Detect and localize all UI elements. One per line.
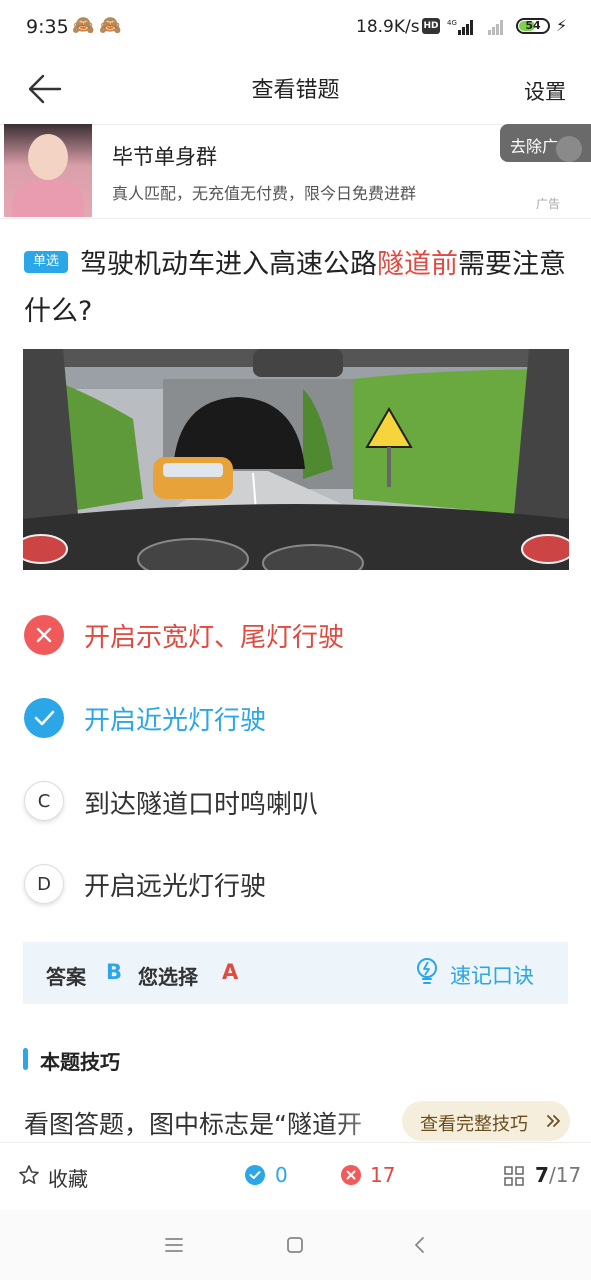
hd-badge: HD (422, 18, 440, 34)
battery-icon: 54 (516, 18, 550, 34)
question-type-badge: 单选 (24, 251, 68, 273)
check-icon[interactable] (24, 698, 64, 738)
option-b-text[interactable]: 开启近光灯行驶 (84, 700, 266, 737)
signal-icon: 4G (447, 19, 473, 35)
battery-level: 54 (525, 19, 541, 32)
home-square-icon[interactable] (286, 1236, 304, 1254)
answer-label: 答案 (46, 965, 86, 989)
page-total[interactable]: /17 (549, 1163, 581, 1187)
bulb-icon[interactable] (414, 957, 440, 987)
tips-title: 本题技巧 (40, 1050, 120, 1074)
option-c-marker[interactable]: C (24, 781, 64, 821)
favorite-button[interactable]: 收藏 (48, 1163, 88, 1192)
correct-count: 0 (275, 1163, 288, 1187)
double-chevron-right-icon (547, 1115, 560, 1127)
close-icon (341, 1165, 361, 1185)
your-choice-label: 您选择 (138, 965, 198, 989)
option-c-text[interactable]: 到达隧道口时鸣喇叭 (84, 784, 318, 821)
your-choice: A (222, 960, 239, 984)
star-icon[interactable] (18, 1164, 40, 1186)
option-d-text[interactable]: 开启远光灯行驶 (84, 866, 266, 903)
grid-icon[interactable] (504, 1166, 524, 1186)
memo-tips-button[interactable]: 速记口诀 (450, 960, 534, 990)
ad-title[interactable]: 毕节单身群 (112, 141, 217, 171)
page-current[interactable]: 7 (535, 1163, 549, 1187)
charging-icon: ⚡ (556, 16, 568, 35)
option-d-marker[interactable]: D (24, 864, 64, 904)
monkey-emoji-icon: 🙈 (99, 15, 122, 36)
ad-tag: 广告 (536, 197, 561, 211)
view-full-tips-label: 查看完整技巧 (420, 1114, 528, 1135)
network-speed: 18.9K/s (356, 17, 420, 37)
check-icon (245, 1165, 265, 1185)
question-text: 驾驶机动车进入高速公路隧道前需要注意什么? (24, 249, 566, 327)
close-icon[interactable] (556, 136, 582, 162)
network-type: 4G (447, 19, 457, 27)
question-image[interactable] (23, 349, 569, 570)
ad-subtitle[interactable]: 真人匹配，无充值无付费，限今日免费进群 (112, 180, 416, 204)
question-highlight: 隧道前 (377, 249, 458, 280)
ad-image[interactable] (4, 124, 92, 217)
monkey-emoji-icon: 🙈 (72, 15, 95, 36)
close-icon[interactable] (24, 615, 64, 655)
bottom-toolbar (0, 1142, 591, 1211)
status-time: 9:35 (26, 16, 69, 38)
menu-icon[interactable] (164, 1237, 184, 1253)
option-a-text[interactable]: 开启示宽灯、尾灯行驶 (84, 617, 344, 654)
signal-empty-icon (488, 20, 503, 35)
page-title: 查看错题 (251, 78, 340, 103)
wrong-count: 17 (370, 1163, 396, 1187)
settings-button[interactable]: 设置 (524, 76, 566, 106)
section-marker (23, 1048, 28, 1070)
back-chevron-icon[interactable] (412, 1236, 426, 1254)
correct-answer: B (106, 960, 123, 984)
view-full-tips-button[interactable]: 查看完整技巧 (402, 1101, 570, 1141)
